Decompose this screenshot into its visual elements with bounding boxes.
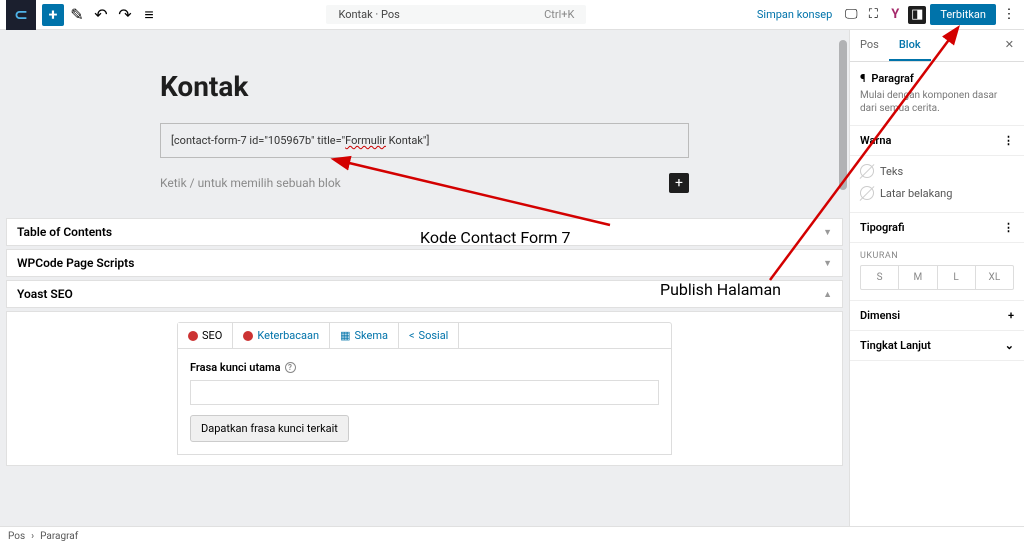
tab-post[interactable]: Pos xyxy=(850,30,889,61)
caret-down-icon: ▼ xyxy=(823,227,832,238)
shortcode-block[interactable]: [contact-form-7 id="105967b" title="Form… xyxy=(160,123,689,158)
typography-section-header[interactable]: Tipografi ⋮ xyxy=(850,213,1024,243)
app-logo[interactable]: ⊂ xyxy=(6,0,36,30)
block-description: Mulai dengan komponen dasar dari semua c… xyxy=(860,89,1014,115)
shortcode-post: Kontak"] xyxy=(386,134,429,147)
focus-keyword-label: Frasa kunci utama ? xyxy=(190,361,659,374)
shortcode-underlined: Formulir xyxy=(345,134,386,147)
desktop-preview-icon[interactable]: 🖵 xyxy=(842,6,860,24)
breadcrumb-current[interactable]: Paragraf xyxy=(40,531,78,542)
caret-down-icon: ▼ xyxy=(823,258,832,269)
seo-status-icon xyxy=(188,331,198,341)
yoast-icon[interactable]: Y xyxy=(886,6,904,24)
edit-mode-icon[interactable]: ✎ xyxy=(66,4,88,26)
panel-toc-label: Table of Contents xyxy=(17,225,112,239)
paragraph-icon: ¶ xyxy=(860,72,865,85)
typography-options: UKURAN S M L XL xyxy=(850,243,1024,301)
color-bg-option[interactable]: Latar belakang xyxy=(860,182,1014,204)
fullscreen-icon[interactable]: ⛶ xyxy=(864,6,882,24)
color-options: Teks Latar belakang xyxy=(850,156,1024,213)
yoast-tab-social[interactable]: <Sosial xyxy=(399,323,459,348)
dimensions-section-header[interactable]: Dimensi + xyxy=(850,301,1024,331)
sidebar-toggle-icon[interactable]: ◨ xyxy=(908,6,926,24)
color-swatch-icon xyxy=(860,186,874,200)
add-block-toggle[interactable]: + xyxy=(42,4,64,26)
toolbar-left: + ✎ ↶ ↷ ≡ xyxy=(42,4,162,26)
size-label: UKURAN xyxy=(860,251,1014,261)
sidebar-tabs: Pos Blok ✕ xyxy=(850,30,1024,62)
yoast-tab-seo[interactable]: SEO xyxy=(178,323,233,348)
panel-yoast[interactable]: Yoast SEO ▲ xyxy=(6,280,843,308)
schema-icon: ▦ xyxy=(340,329,350,342)
yoast-tab-readability[interactable]: Keterbacaan xyxy=(233,323,330,348)
yoast-tabs: SEO Keterbacaan ▦Skema <Sosial xyxy=(177,322,672,349)
more-options-icon[interactable]: ⋮ xyxy=(1000,6,1018,24)
tab-block[interactable]: Blok xyxy=(889,30,931,61)
kebab-icon[interactable]: ⋮ xyxy=(1003,221,1014,234)
yoast-body: SEO Keterbacaan ▦Skema <Sosial Frasa kun… xyxy=(6,311,843,466)
sidebar-close-icon[interactable]: ✕ xyxy=(995,30,1024,61)
yoast-tab-schema[interactable]: ▦Skema xyxy=(330,323,399,348)
advanced-section-header[interactable]: Tingkat Lanjut ⌄ xyxy=(850,331,1024,361)
size-m[interactable]: M xyxy=(899,266,937,289)
color-swatch-icon xyxy=(860,164,874,178)
panel-table-of-contents[interactable]: Table of Contents ▼ xyxy=(6,218,843,246)
breadcrumb: Pos › Paragraf xyxy=(0,526,1024,546)
main-layout: Kontak [contact-form-7 id="105967b" titl… xyxy=(0,30,1024,526)
placeholder-text: Ketik / untuk memilih sebuah blok xyxy=(160,176,341,190)
scrollbar[interactable] xyxy=(839,40,847,190)
block-name-heading: ¶ Paragraf xyxy=(860,72,1014,85)
focus-keyword-input[interactable] xyxy=(190,380,659,405)
settings-sidebar: Pos Blok ✕ ¶ Paragraf Mulai dengan kompo… xyxy=(849,30,1024,526)
help-icon[interactable]: ? xyxy=(285,362,296,373)
undo-icon[interactable]: ↶ xyxy=(90,4,112,26)
block-placeholder[interactable]: Ketik / untuk memilih sebuah blok + xyxy=(160,173,689,193)
share-icon: < xyxy=(409,329,415,342)
shortcode-pre: [contact-form-7 id="105967b" title=" xyxy=(171,134,345,147)
outline-icon[interactable]: ≡ xyxy=(138,4,160,26)
size-s[interactable]: S xyxy=(861,266,899,289)
document-title: Kontak · Pos xyxy=(338,8,399,21)
document-title-box[interactable]: Kontak · Pos Ctrl+K xyxy=(326,5,586,24)
editor-area: Kontak [contact-form-7 id="105967b" titl… xyxy=(0,30,849,526)
top-toolbar: ⊂ + ✎ ↶ ↷ ≡ Kontak · Pos Ctrl+K Simpan k… xyxy=(0,0,1024,30)
post-title[interactable]: Kontak xyxy=(160,70,789,103)
size-button-group: S M L XL xyxy=(860,265,1014,290)
related-keywords-button[interactable]: Dapatkan frasa kunci terkait xyxy=(190,415,349,442)
panel-yoast-label: Yoast SEO xyxy=(17,287,73,301)
color-section-header[interactable]: Warna ⋮ xyxy=(850,126,1024,156)
plus-icon[interactable]: + xyxy=(1008,309,1014,322)
size-l[interactable]: L xyxy=(938,266,976,289)
breadcrumb-separator: › xyxy=(31,531,34,542)
chevron-down-icon: ⌄ xyxy=(1005,339,1014,352)
command-shortcut: Ctrl+K xyxy=(544,8,574,21)
panel-wpcode-label: WPCode Page Scripts xyxy=(17,256,134,270)
toolbar-center: Kontak · Pos Ctrl+K xyxy=(162,5,751,24)
toolbar-right: Simpan konsep 🖵 ⛶ Y ◨ Terbitkan ⋮ xyxy=(751,4,1018,25)
inline-add-block-button[interactable]: + xyxy=(669,173,689,193)
readability-status-icon xyxy=(243,331,253,341)
publish-button[interactable]: Terbitkan xyxy=(930,4,996,25)
save-draft-link[interactable]: Simpan konsep xyxy=(751,8,838,21)
panel-wpcode[interactable]: WPCode Page Scripts ▼ xyxy=(6,249,843,277)
breadcrumb-root[interactable]: Pos xyxy=(8,531,25,542)
color-text-option[interactable]: Teks xyxy=(860,160,1014,182)
caret-up-icon: ▲ xyxy=(823,289,832,300)
size-xl[interactable]: XL xyxy=(976,266,1013,289)
yoast-content: Frasa kunci utama ? Dapatkan frasa kunci… xyxy=(177,349,672,455)
kebab-icon[interactable]: ⋮ xyxy=(1003,134,1014,147)
block-info-section: ¶ Paragraf Mulai dengan komponen dasar d… xyxy=(850,62,1024,126)
redo-icon[interactable]: ↷ xyxy=(114,4,136,26)
content-canvas: Kontak [contact-form-7 id="105967b" titl… xyxy=(60,60,789,208)
